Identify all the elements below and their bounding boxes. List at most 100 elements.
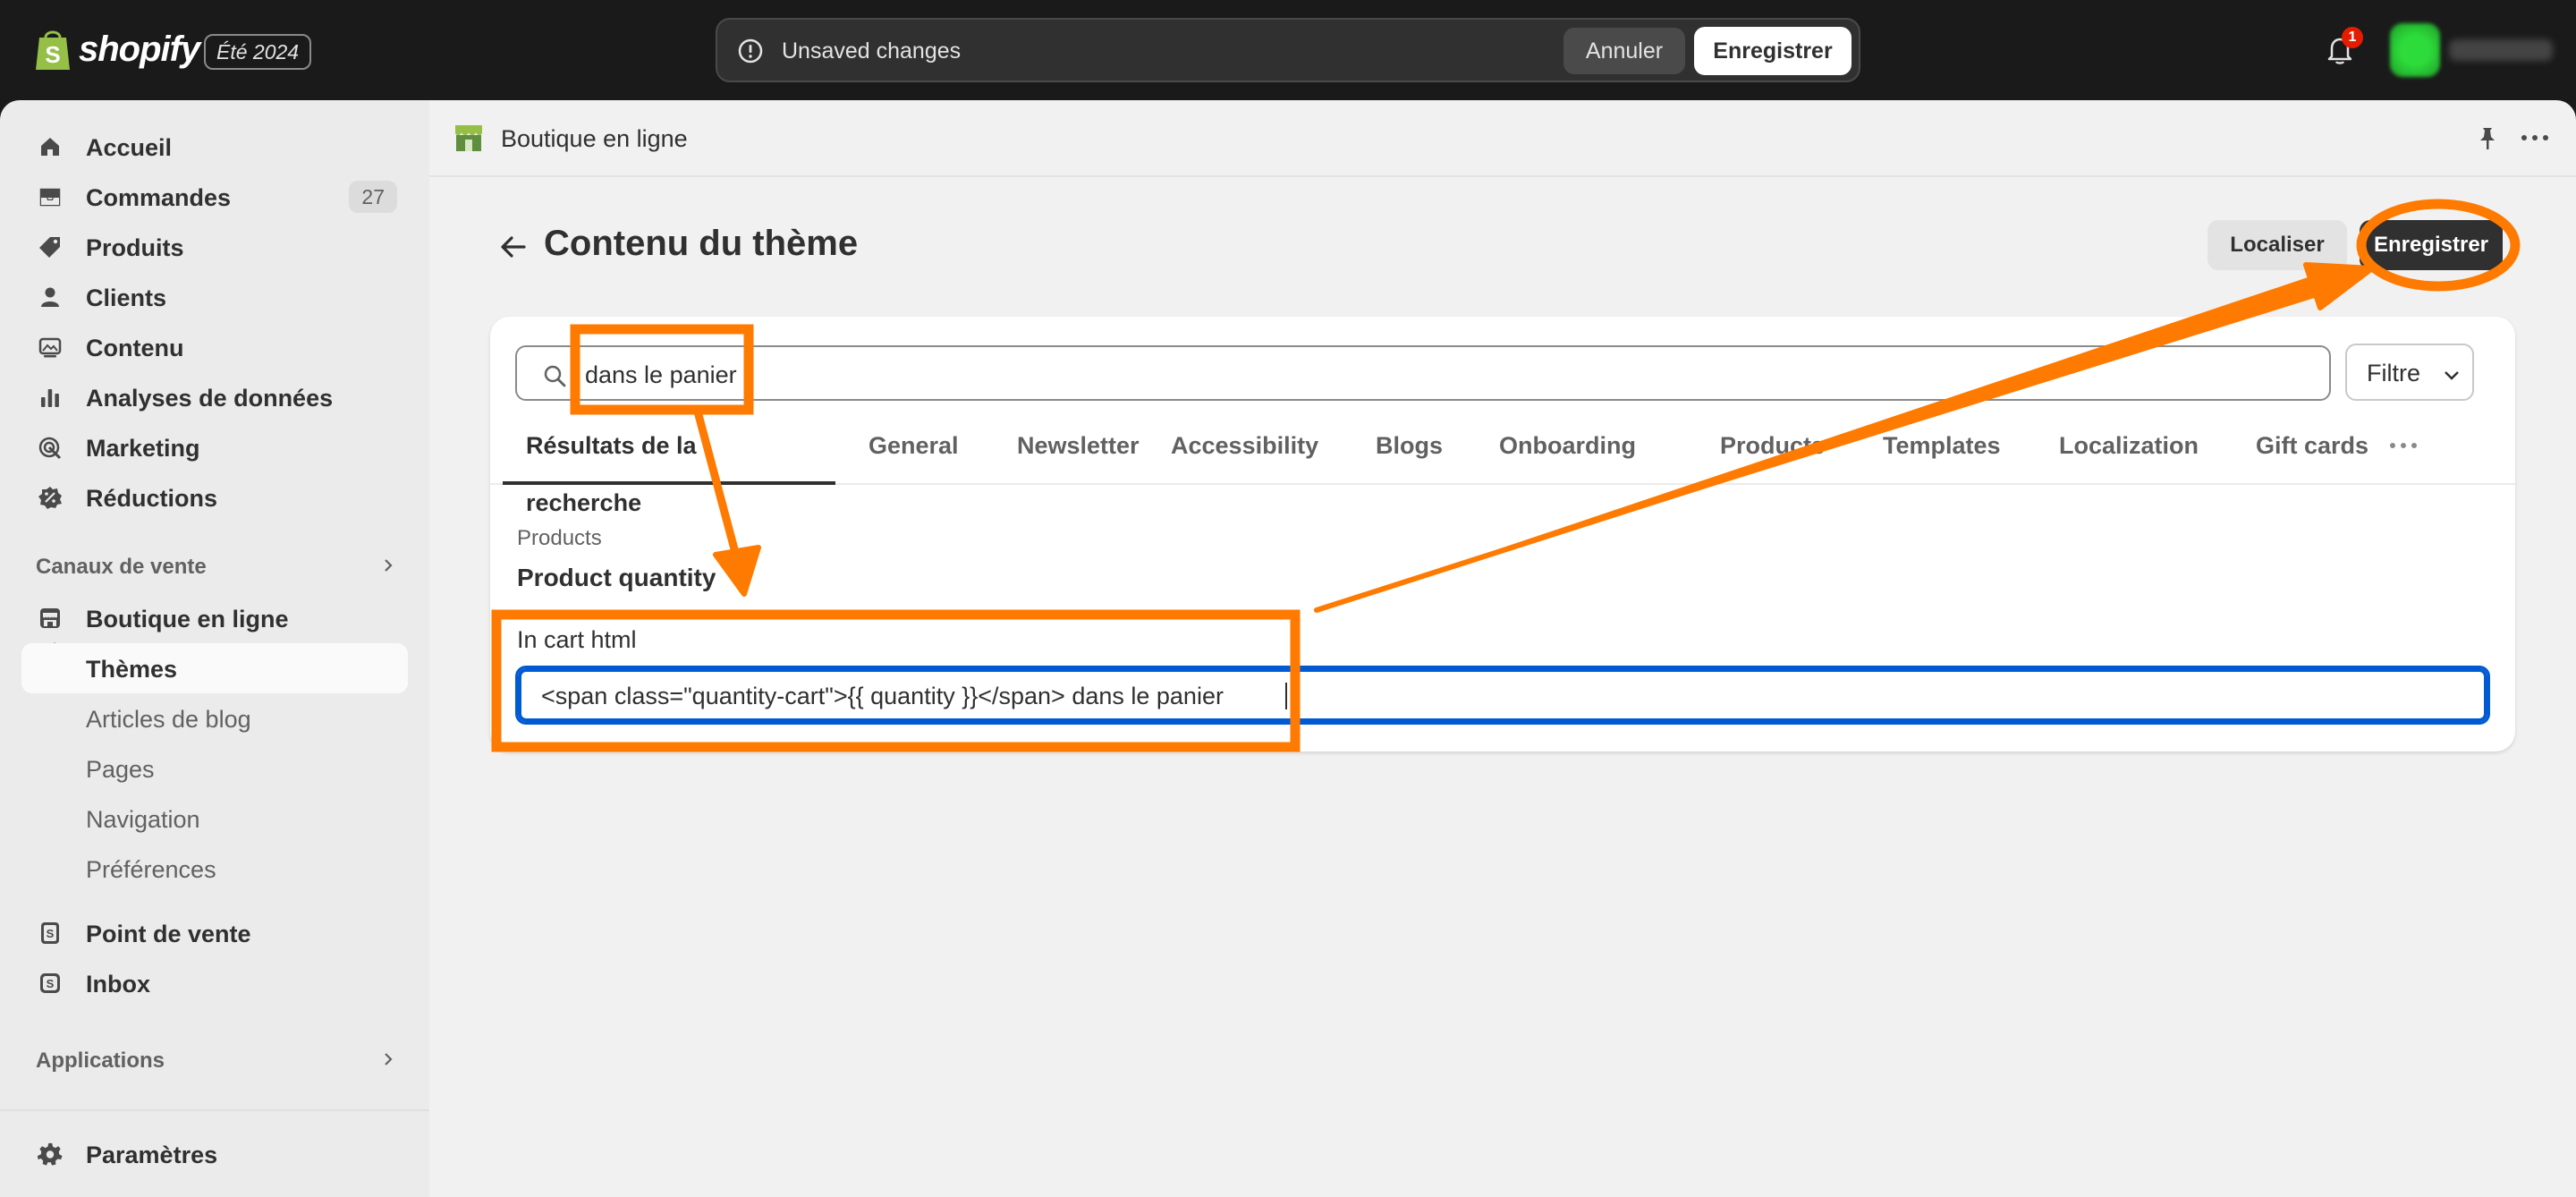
text-caret: [1285, 683, 1287, 709]
account-name-blurred[interactable]: [2449, 39, 2553, 61]
sidebar-item-commandes[interactable]: Commandes 27: [21, 172, 408, 222]
target-icon: [38, 437, 62, 460]
sidebar-item-label: Contenu: [86, 335, 184, 361]
shopify-logo[interactable]: S shopify: [34, 27, 200, 72]
tab-onboarding[interactable]: Onboarding: [1499, 417, 1636, 485]
sales-channels-title[interactable]: Canaux de vente: [36, 555, 207, 580]
svg-text:S: S: [47, 977, 55, 990]
sidebar-item-online-store[interactable]: Boutique en ligne: [21, 593, 408, 643]
chevron-down-icon: [2445, 371, 2459, 380]
sidebar-item-clients[interactable]: Clients: [21, 272, 408, 322]
sidebar-item-label: Navigation: [86, 806, 200, 833]
alert-circle-icon: [738, 38, 763, 64]
sidebar-item-contenu[interactable]: Contenu: [21, 322, 408, 372]
sidebar-item-label: Paramètres: [86, 1142, 218, 1168]
in-cart-html-input[interactable]: <span class="quantity-cart">{{ quantity …: [515, 666, 2490, 725]
discount-icon: [38, 487, 62, 509]
sidebar-item-themes[interactable]: Thèmes: [21, 643, 408, 693]
sidebar-item-inbox[interactable]: S Inbox: [21, 958, 408, 1008]
sidebar-item-pages[interactable]: Pages: [21, 743, 408, 794]
sidebar-item-label: Clients: [86, 284, 167, 311]
home-icon: [41, 138, 59, 156]
sidebar-item-label: Pages: [86, 756, 155, 783]
apps-title[interactable]: Applications: [36, 1048, 165, 1074]
top-bar: S shopify Été 2024 Unsaved changes Annul…: [0, 0, 2576, 100]
store-icon: [40, 608, 60, 628]
tag-icon: [39, 237, 60, 258]
gear-icon: [38, 1142, 63, 1166]
orders-count-badge: 27: [349, 181, 397, 213]
sidebar-item-label: Analyses de données: [86, 385, 334, 412]
inbox-icon: [39, 188, 61, 207]
sidebar-item-label: Articles de blog: [86, 706, 251, 733]
tab-accessibility[interactable]: Accessibility: [1171, 417, 1318, 485]
pin-icon[interactable]: [2474, 125, 2501, 152]
tab-blogs[interactable]: Blogs: [1376, 417, 1443, 485]
theme-content-card: dans le panier Filtre Résultats de la re…: [490, 317, 2515, 751]
filter-button[interactable]: Filtre: [2345, 344, 2474, 401]
tab-gift-cards[interactable]: Gift cards: [2256, 417, 2368, 485]
field-label: In cart html: [517, 626, 637, 653]
page-title: Contenu du thème: [544, 224, 859, 263]
content-icon: [38, 337, 62, 358]
chevron-right-icon[interactable]: [379, 1050, 397, 1068]
localize-button[interactable]: Localiser: [2207, 220, 2347, 270]
online-store-app-icon: [455, 125, 482, 151]
save-button[interactable]: Enregistrer: [2360, 220, 2503, 270]
tabs: Résultats de la recherche General Newsle…: [490, 417, 2515, 516]
sidebar-item-navigation[interactable]: Navigation: [21, 794, 408, 844]
chevron-right-icon[interactable]: [379, 556, 397, 574]
group-title: Product quantity: [517, 564, 716, 591]
main-content: Boutique en ligne Contenu du thème Local…: [429, 100, 2576, 1197]
search-input[interactable]: dans le panier: [515, 345, 2331, 401]
more-horizontal-icon[interactable]: [2519, 127, 2551, 149]
tab-templates[interactable]: Templates: [1883, 417, 2001, 485]
unsaved-changes-text: Unsaved changes: [782, 38, 962, 64]
cancel-button[interactable]: Annuler: [1563, 28, 1685, 74]
sidebar-item-preferences[interactable]: Préférences: [21, 844, 408, 894]
sidebar-item-blog-articles[interactable]: Articles de blog: [21, 693, 408, 743]
tab-newsletter[interactable]: Newsletter: [1017, 417, 1140, 485]
sidebar-item-label: Commandes: [86, 184, 232, 211]
sidebar-footer: Paramètres: [0, 1109, 429, 1197]
sidebar: Accueil Commandes 27 Produits Clients Co…: [0, 100, 429, 1197]
store-title: Boutique en ligne: [501, 125, 688, 152]
inbox-app-icon: S: [40, 973, 60, 993]
sidebar-item-label: Thèmes: [86, 656, 178, 683]
sidebar-item-label: Préférences: [86, 856, 216, 883]
sidebar-item-label: Inbox: [86, 971, 150, 998]
shopify-bag-icon: S: [36, 30, 70, 70]
back-arrow-icon[interactable]: [496, 229, 531, 265]
sidebar-item-label: Boutique en ligne: [86, 606, 289, 632]
sidebar-item-pos[interactable]: S Point de vente: [21, 908, 408, 958]
more-tabs-icon[interactable]: [2388, 440, 2419, 451]
sidebar-item-label: Produits: [86, 234, 184, 261]
unsaved-changes-bar: Unsaved changes Annuler Enregistrer: [716, 18, 1860, 82]
tab-products[interactable]: Products: [1720, 417, 1825, 485]
avatar[interactable]: [2390, 23, 2440, 77]
svg-text:S: S: [47, 927, 55, 940]
sidebar-item-label: Réductions: [86, 485, 218, 512]
brand-name: shopify: [79, 29, 200, 69]
sidebar-item-label: Point de vente: [86, 921, 251, 947]
tab-localization[interactable]: Localization: [2059, 417, 2199, 485]
field-value: <span class="quantity-cart">{{ quantity …: [541, 683, 1224, 709]
pos-icon: S: [41, 922, 59, 944]
person-icon: [41, 287, 59, 307]
group-label: Products: [517, 526, 602, 550]
tab-general[interactable]: General: [869, 417, 959, 485]
filter-label: Filtre: [2367, 360, 2420, 386]
sidebar-item-analyses[interactable]: Analyses de données: [21, 372, 408, 422]
sidebar-item-produits[interactable]: Produits: [21, 222, 408, 272]
sidebar-item-label: Accueil: [86, 134, 173, 161]
sidebar-item-reductions[interactable]: Réductions: [21, 472, 408, 522]
tab-search-results[interactable]: Résultats de la recherche: [503, 417, 835, 516]
save-button-top[interactable]: Enregistrer: [1694, 27, 1852, 75]
search-icon: [544, 365, 566, 387]
edition-badge[interactable]: Été 2024: [204, 34, 312, 70]
notification-badge: 1: [2342, 27, 2363, 48]
sidebar-item-settings[interactable]: Paramètres: [21, 1129, 408, 1179]
sidebar-item-accueil[interactable]: Accueil: [21, 122, 408, 172]
bar-chart-icon: [41, 389, 59, 407]
sidebar-item-marketing[interactable]: Marketing: [21, 422, 408, 472]
